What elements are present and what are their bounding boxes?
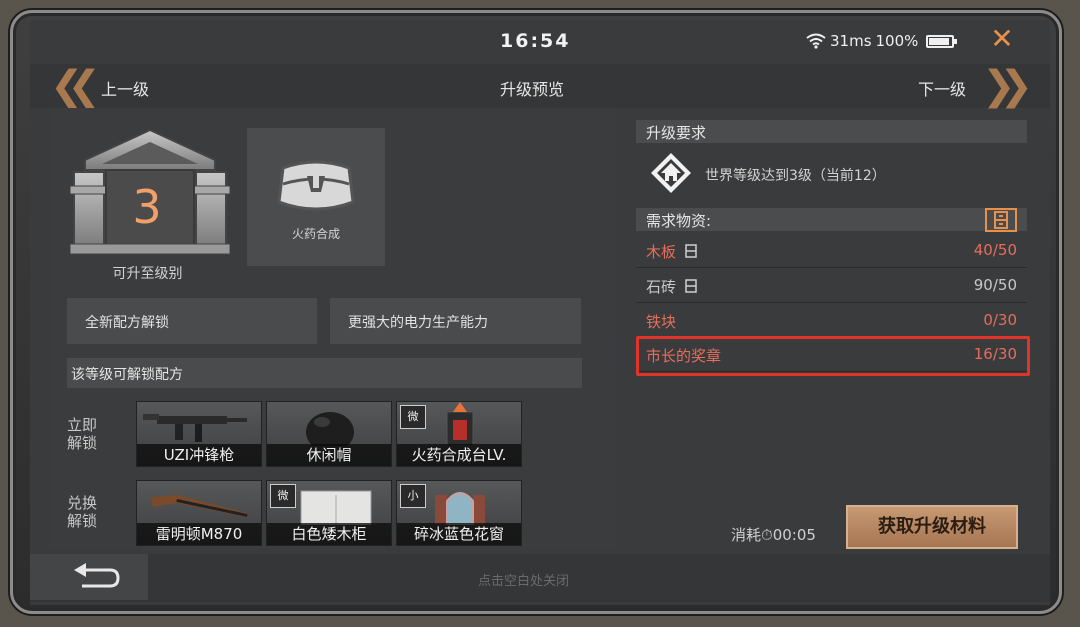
material-row[interactable]: 木板 40/50 xyxy=(636,234,1027,268)
chevron-left-icon[interactable]: ❮❮ xyxy=(50,66,101,106)
material-row[interactable]: 石砖 90/50 xyxy=(636,269,1027,303)
exchange-unlock-label: 兑换 解锁 xyxy=(67,494,98,530)
ping-value: 31ms xyxy=(830,32,872,50)
battery-value: 100% xyxy=(875,32,919,50)
next-level-button[interactable]: 下一级 xyxy=(918,76,966,100)
material-amount: 0/30 xyxy=(983,311,1017,329)
item-name: UZI冲锋枪 xyxy=(137,444,261,466)
item-name: 火药合成台LV. xyxy=(397,444,521,466)
wifi-icon xyxy=(806,33,826,49)
chest-icon xyxy=(277,160,355,211)
close-icon[interactable]: ✕ xyxy=(985,22,1019,56)
clock: 16:54 xyxy=(500,30,571,52)
window-icon xyxy=(435,492,485,525)
recipe-item[interactable]: UZI冲锋枪 xyxy=(136,401,262,467)
timer-icon: ⏱ xyxy=(761,526,773,544)
target-level-caption: 可升至级别 xyxy=(112,266,183,282)
unlock-section-title: 该等级可解锁配方 xyxy=(67,358,582,388)
material-name: 铁块 xyxy=(646,313,677,331)
storage-icon[interactable] xyxy=(985,208,1017,232)
consume-value: 00:05 xyxy=(772,526,816,544)
materials-title: 需求物资: xyxy=(636,208,1027,231)
highlight-box xyxy=(636,336,1030,376)
recipe-card[interactable] xyxy=(247,128,385,266)
material-amount: 90/50 xyxy=(973,276,1017,294)
consume-label: 消耗 xyxy=(731,526,762,544)
material-amount: 40/50 xyxy=(973,241,1017,259)
cap-icon xyxy=(306,412,354,446)
recipe-item[interactable]: 雷明顿M870 xyxy=(136,480,262,546)
recipe-item[interactable]: 小 碎冰蓝色花窗 xyxy=(396,480,522,546)
chevron-right-icon[interactable]: ❯❯ xyxy=(982,66,1033,106)
cabinet-icon xyxy=(300,490,372,525)
feature-power-production: 更强大的电力生产能力 xyxy=(330,298,581,344)
material-row[interactable]: 铁块 0/30 xyxy=(636,304,1027,338)
target-level-number: 3 xyxy=(132,180,162,234)
feature-new-recipes: 全新配方解锁 xyxy=(67,298,317,344)
item-name: 碎冰蓝色花窗 xyxy=(397,523,521,545)
consume-time: 消耗⏱00:05 xyxy=(731,524,816,545)
recipe-item[interactable]: 微 火药合成台LV. xyxy=(396,401,522,467)
storage-small-icon xyxy=(685,279,697,293)
storage-small-icon xyxy=(685,244,697,258)
recipe-item[interactable]: 休闲帽 xyxy=(266,401,392,467)
item-name: 休闲帽 xyxy=(267,444,391,466)
status-indicators: 31ms 100% xyxy=(806,32,958,50)
instant-unlock-label: 立即 解锁 xyxy=(67,416,98,452)
page-title: 升级预览 xyxy=(500,80,565,99)
recipe-item[interactable]: 微 白色矮木柜 xyxy=(266,480,392,546)
smg-icon xyxy=(143,414,247,442)
recipe-label: 火药合成 xyxy=(291,227,340,241)
get-materials-button[interactable]: 获取升级材料 xyxy=(846,505,1018,549)
back-button[interactable] xyxy=(30,554,148,600)
shotgun-icon xyxy=(151,495,248,517)
close-hint: 点击空白处关闭 xyxy=(478,574,570,589)
material-name: 石砖 xyxy=(646,278,677,296)
requirements-title: 升级要求 xyxy=(636,120,1027,143)
battery-icon xyxy=(926,34,958,48)
back-arrow-icon xyxy=(74,563,120,588)
world-level-icon xyxy=(651,153,691,193)
furnace-icon xyxy=(446,402,474,446)
material-name: 木板 xyxy=(646,243,677,261)
requirement-condition: 世界等级达到3级（当前12） xyxy=(705,168,886,184)
item-name: 雷明顿M870 xyxy=(137,523,261,545)
prev-level-button[interactable]: 上一级 xyxy=(101,76,149,100)
item-name: 白色矮木柜 xyxy=(267,523,391,545)
